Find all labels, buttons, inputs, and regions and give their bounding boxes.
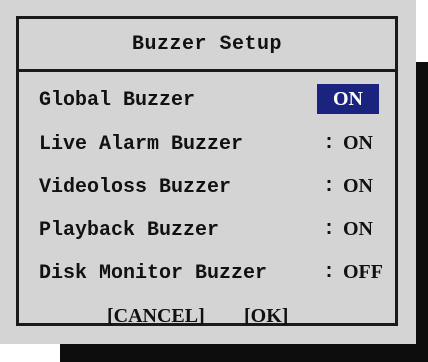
playback-buzzer-row[interactable]: Playback Buzzer : ON [39, 215, 379, 245]
videoloss-buzzer-value[interactable]: ON [343, 175, 373, 198]
playback-buzzer-separator: : [323, 218, 336, 241]
live-alarm-buzzer-label: Live Alarm Buzzer [39, 132, 244, 156]
dialog-buttons: [CANCEL] [OK] [19, 305, 395, 329]
live-alarm-buzzer-row[interactable]: Live Alarm Buzzer : ON [39, 129, 379, 159]
videoloss-buzzer-label: Videoloss Buzzer [39, 175, 232, 199]
cancel-button[interactable]: [CANCEL] [107, 305, 205, 328]
global-buzzer-value[interactable]: ON [317, 84, 379, 114]
videoloss-buzzer-row[interactable]: Videoloss Buzzer : ON [39, 172, 379, 202]
disk-monitor-buzzer-value[interactable]: OFF [343, 261, 383, 284]
disk-monitor-buzzer-label: Disk Monitor Buzzer [39, 261, 268, 285]
dialog-title: Buzzer Setup [19, 19, 395, 72]
global-buzzer-label: Global Buzzer [39, 88, 196, 112]
disk-monitor-buzzer-row[interactable]: Disk Monitor Buzzer : OFF [39, 258, 383, 288]
dialog-frame: Buzzer Setup Global Buzzer ON Live Alarm… [16, 16, 398, 329]
global-buzzer-row[interactable]: Global Buzzer ON [39, 84, 379, 115]
playback-buzzer-label: Playback Buzzer [39, 218, 220, 242]
playback-buzzer-value[interactable]: ON [343, 218, 373, 241]
buzzer-setup-dialog: Buzzer Setup Global Buzzer ON Live Alarm… [0, 0, 416, 344]
live-alarm-buzzer-value[interactable]: ON [343, 132, 373, 155]
ok-button[interactable]: [OK] [244, 305, 288, 328]
live-alarm-buzzer-separator: : [323, 132, 336, 155]
videoloss-buzzer-separator: : [323, 175, 336, 198]
disk-monitor-buzzer-separator: : [323, 261, 336, 284]
